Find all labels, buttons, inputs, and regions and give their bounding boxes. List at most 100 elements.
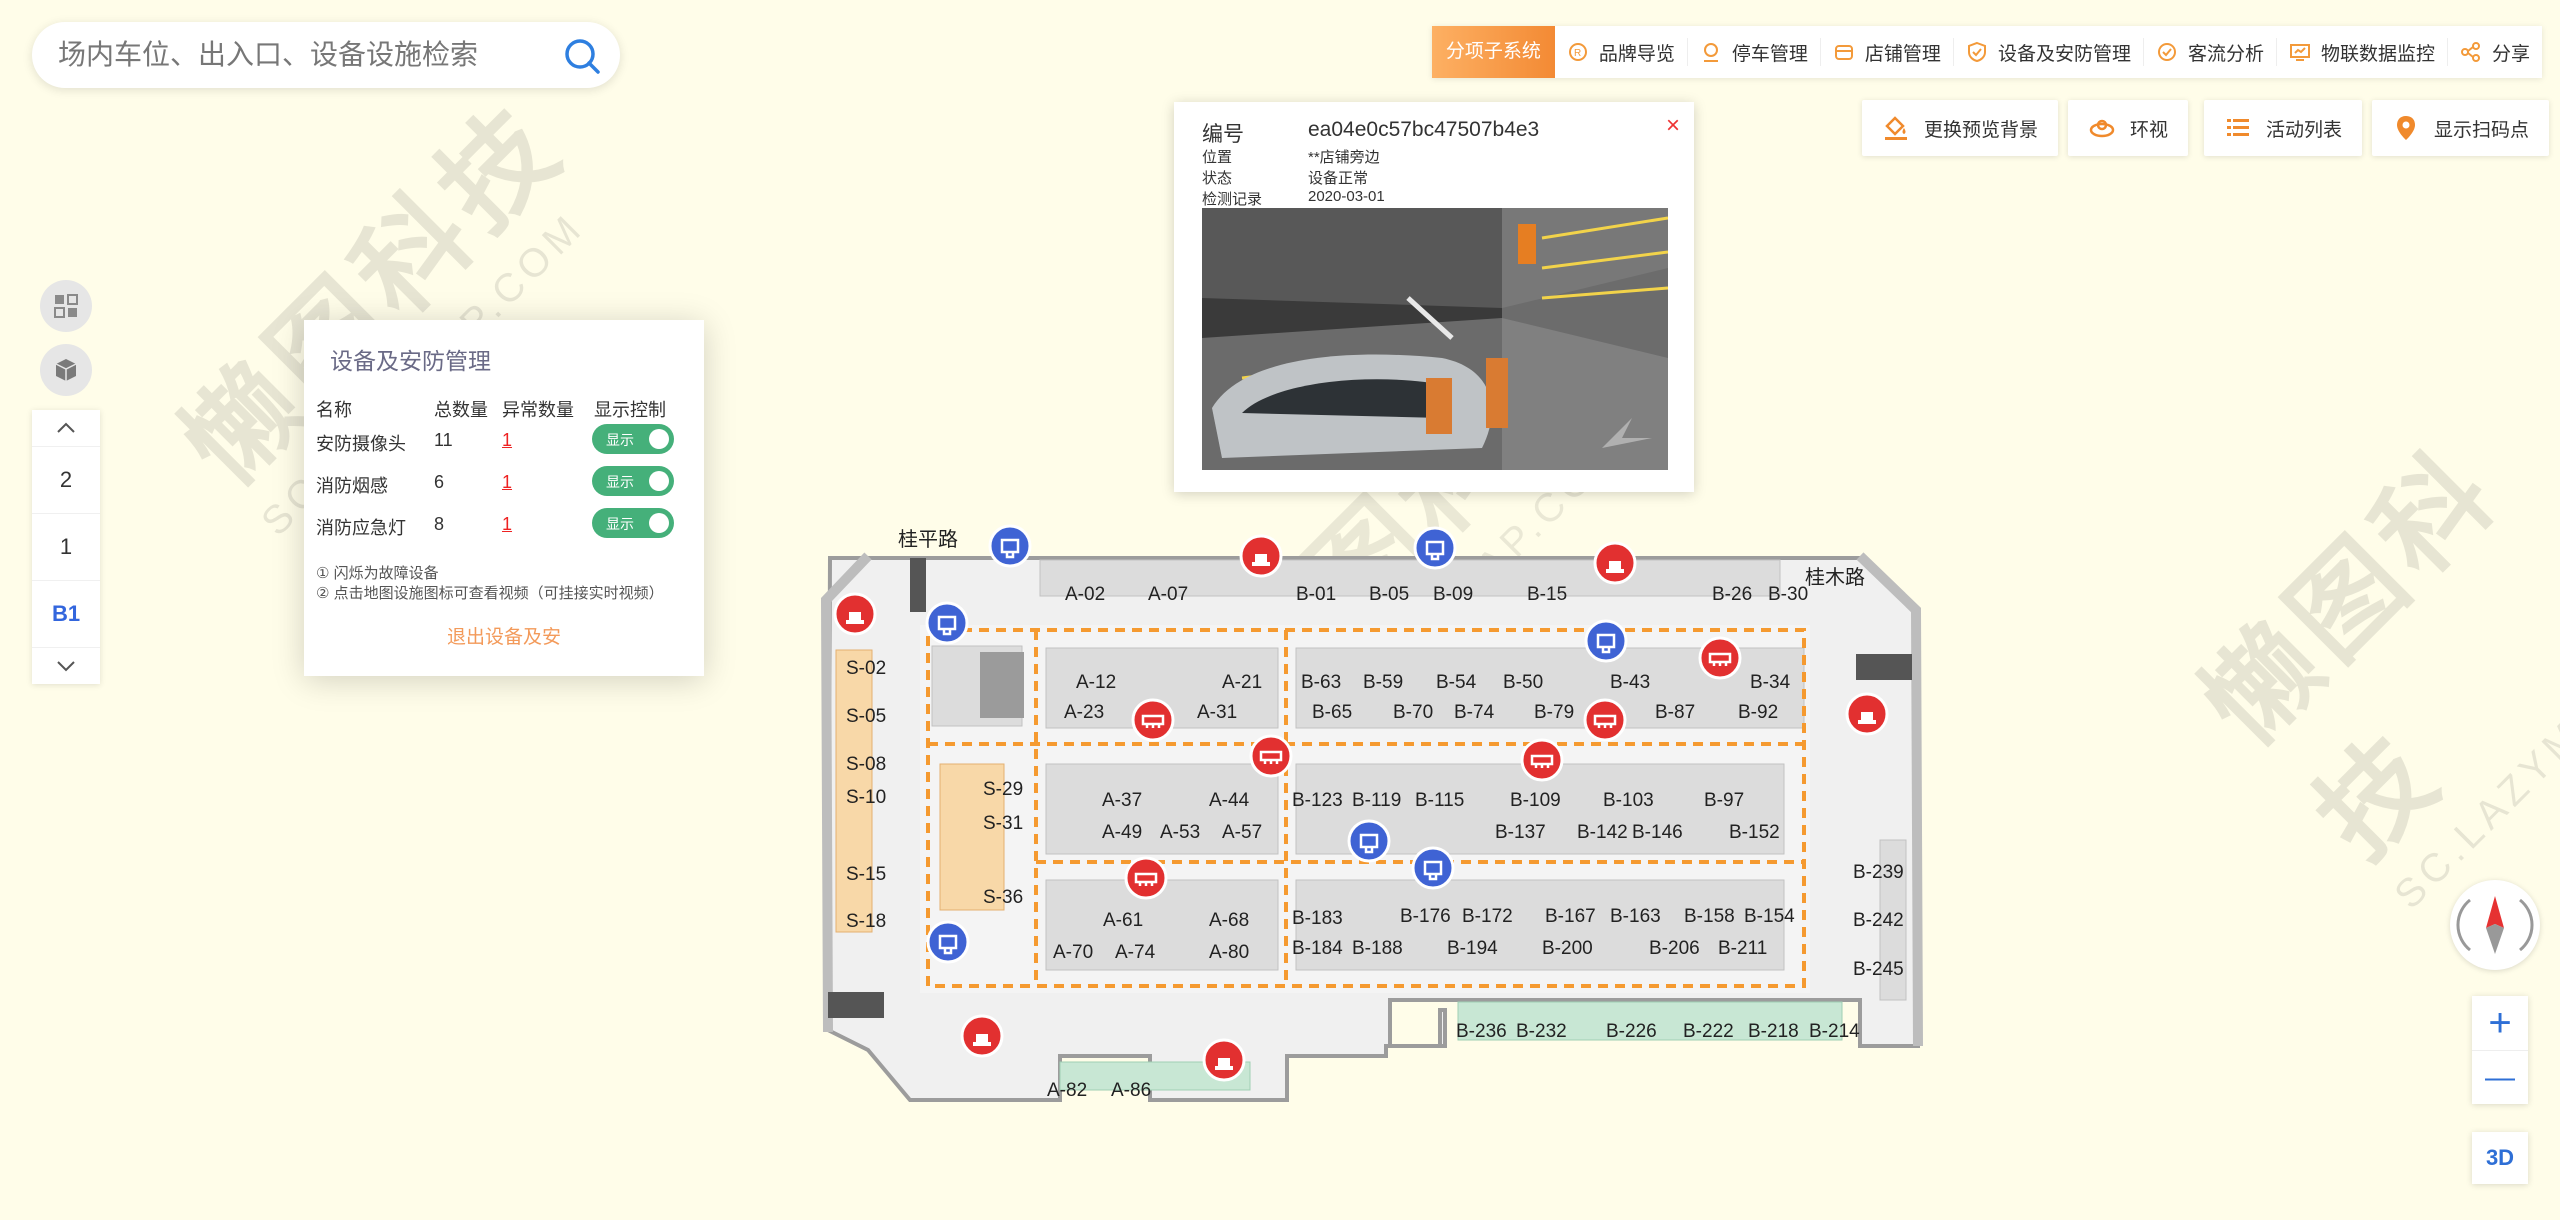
- light-marker[interactable]: [1593, 541, 1637, 585]
- zoom-in-button[interactable]: +: [2472, 996, 2528, 1051]
- slot-label[interactable]: A-12: [1076, 672, 1116, 693]
- slot-label[interactable]: B-226: [1606, 1021, 1657, 1042]
- slot-label[interactable]: B-74: [1454, 702, 1495, 723]
- smoke-marker[interactable]: [1131, 698, 1175, 742]
- slot-label[interactable]: B-158: [1684, 906, 1735, 927]
- slot-label[interactable]: B-137: [1495, 822, 1546, 843]
- slot-label[interactable]: B-115: [1415, 790, 1464, 811]
- camera-marker[interactable]: [1347, 819, 1391, 863]
- smoke-marker[interactable]: [1520, 738, 1564, 782]
- camera-marker[interactable]: [1411, 846, 1455, 890]
- slot-label[interactable]: S-29: [983, 779, 1023, 800]
- slot-label[interactable]: B-172: [1462, 906, 1513, 927]
- camera-video-preview[interactable]: [1202, 208, 1668, 470]
- slot-label[interactable]: B-119: [1352, 790, 1401, 811]
- light-marker[interactable]: [833, 592, 877, 636]
- light-display-toggle[interactable]: 显示: [592, 508, 674, 538]
- slot-label[interactable]: B-218: [1748, 1021, 1799, 1042]
- slot-label[interactable]: B-188: [1352, 938, 1403, 959]
- slot-label[interactable]: S-31: [983, 813, 1023, 834]
- light-marker[interactable]: [1202, 1038, 1246, 1082]
- slot-label[interactable]: S-18: [846, 911, 886, 932]
- toggle-3d-button[interactable]: 3D: [2472, 1132, 2528, 1184]
- slot-label[interactable]: B-222: [1683, 1021, 1734, 1042]
- row-abnormal-link[interactable]: 1: [502, 430, 512, 451]
- slot-label[interactable]: S-15: [846, 864, 886, 885]
- slot-label[interactable]: B-34: [1750, 672, 1791, 693]
- compass-button[interactable]: [2450, 880, 2540, 970]
- slot-label[interactable]: B-50: [1503, 672, 1543, 693]
- slot-label[interactable]: B-163: [1610, 906, 1661, 927]
- slot-label[interactable]: A-23: [1064, 702, 1104, 723]
- slot-label[interactable]: B-123: [1292, 790, 1343, 811]
- smoke-marker[interactable]: [1249, 734, 1293, 778]
- slot-label[interactable]: B-142: [1577, 822, 1628, 843]
- slot-label[interactable]: B-183: [1292, 908, 1343, 929]
- camera-marker[interactable]: [1584, 619, 1628, 663]
- camera-display-toggle[interactable]: 显示: [592, 424, 674, 454]
- slot-label[interactable]: B-184: [1292, 938, 1343, 959]
- camera-marker[interactable]: [988, 524, 1032, 568]
- slot-label[interactable]: S-36: [983, 887, 1023, 908]
- light-marker[interactable]: [960, 1014, 1004, 1058]
- light-marker[interactable]: [1239, 534, 1283, 578]
- slot-label[interactable]: B-26: [1712, 584, 1752, 605]
- slot-label[interactable]: B-245: [1853, 959, 1904, 980]
- close-icon[interactable]: ×: [1666, 112, 1680, 140]
- slot-label[interactable]: S-10: [846, 787, 886, 808]
- slot-label[interactable]: S-02: [846, 658, 886, 679]
- slot-label[interactable]: B-152: [1729, 822, 1780, 843]
- slot-label[interactable]: A-02: [1065, 584, 1105, 605]
- slot-label[interactable]: B-01: [1296, 584, 1336, 605]
- slot-label[interactable]: B-54: [1436, 672, 1477, 693]
- slot-label[interactable]: B-65: [1312, 702, 1352, 723]
- slot-label[interactable]: B-146: [1632, 822, 1683, 843]
- smoke-marker[interactable]: [1698, 636, 1742, 680]
- slot-label[interactable]: B-154: [1744, 906, 1795, 927]
- slot-label[interactable]: A-86: [1111, 1080, 1151, 1101]
- slot-label[interactable]: A-61: [1103, 910, 1143, 931]
- slot-label[interactable]: A-57: [1222, 822, 1262, 843]
- slot-label[interactable]: A-31: [1197, 702, 1237, 723]
- slot-label[interactable]: B-97: [1704, 790, 1744, 811]
- row-abnormal-link[interactable]: 1: [502, 472, 512, 493]
- slot-label[interactable]: A-53: [1160, 822, 1200, 843]
- slot-label[interactable]: A-07: [1148, 584, 1188, 605]
- slot-label[interactable]: B-63: [1301, 672, 1341, 693]
- camera-marker[interactable]: [926, 920, 970, 964]
- slot-label[interactable]: B-59: [1363, 672, 1403, 693]
- slot-label[interactable]: B-236: [1456, 1021, 1507, 1042]
- slot-label[interactable]: B-242: [1853, 910, 1904, 931]
- slot-label[interactable]: B-92: [1738, 702, 1778, 723]
- slot-label[interactable]: B-87: [1655, 702, 1695, 723]
- light-marker[interactable]: [1845, 692, 1889, 736]
- smoke-marker[interactable]: [1583, 698, 1627, 742]
- camera-marker[interactable]: [925, 601, 969, 645]
- slot-label[interactable]: B-200: [1542, 938, 1593, 959]
- slot-label[interactable]: A-68: [1209, 910, 1249, 931]
- slot-label[interactable]: A-80: [1209, 942, 1249, 963]
- slot-label[interactable]: B-206: [1649, 938, 1700, 959]
- slot-label[interactable]: S-08: [846, 754, 886, 775]
- slot-label[interactable]: B-232: [1516, 1021, 1567, 1042]
- slot-label[interactable]: B-79: [1534, 702, 1574, 723]
- smoke-display-toggle[interactable]: 显示: [592, 466, 674, 496]
- slot-label[interactable]: A-21: [1222, 672, 1262, 693]
- slot-label[interactable]: B-15: [1527, 584, 1567, 605]
- slot-label[interactable]: B-09: [1433, 584, 1473, 605]
- slot-label[interactable]: A-37: [1102, 790, 1142, 811]
- slot-label[interactable]: B-109: [1510, 790, 1561, 811]
- slot-label[interactable]: B-211: [1718, 938, 1767, 959]
- camera-marker[interactable]: [1413, 526, 1457, 570]
- slot-label[interactable]: B-214: [1809, 1021, 1860, 1042]
- slot-label[interactable]: B-167: [1545, 906, 1596, 927]
- slot-label[interactable]: B-05: [1369, 584, 1409, 605]
- slot-label[interactable]: B-43: [1610, 672, 1650, 693]
- slot-label[interactable]: B-176: [1400, 906, 1451, 927]
- slot-label[interactable]: B-30: [1768, 584, 1808, 605]
- exit-equipment-button[interactable]: 退出设备及安: [304, 622, 704, 649]
- row-abnormal-link[interactable]: 1: [502, 514, 512, 535]
- slot-label[interactable]: A-74: [1115, 942, 1156, 963]
- slot-label[interactable]: B-194: [1447, 938, 1498, 959]
- slot-label[interactable]: A-82: [1047, 1080, 1087, 1101]
